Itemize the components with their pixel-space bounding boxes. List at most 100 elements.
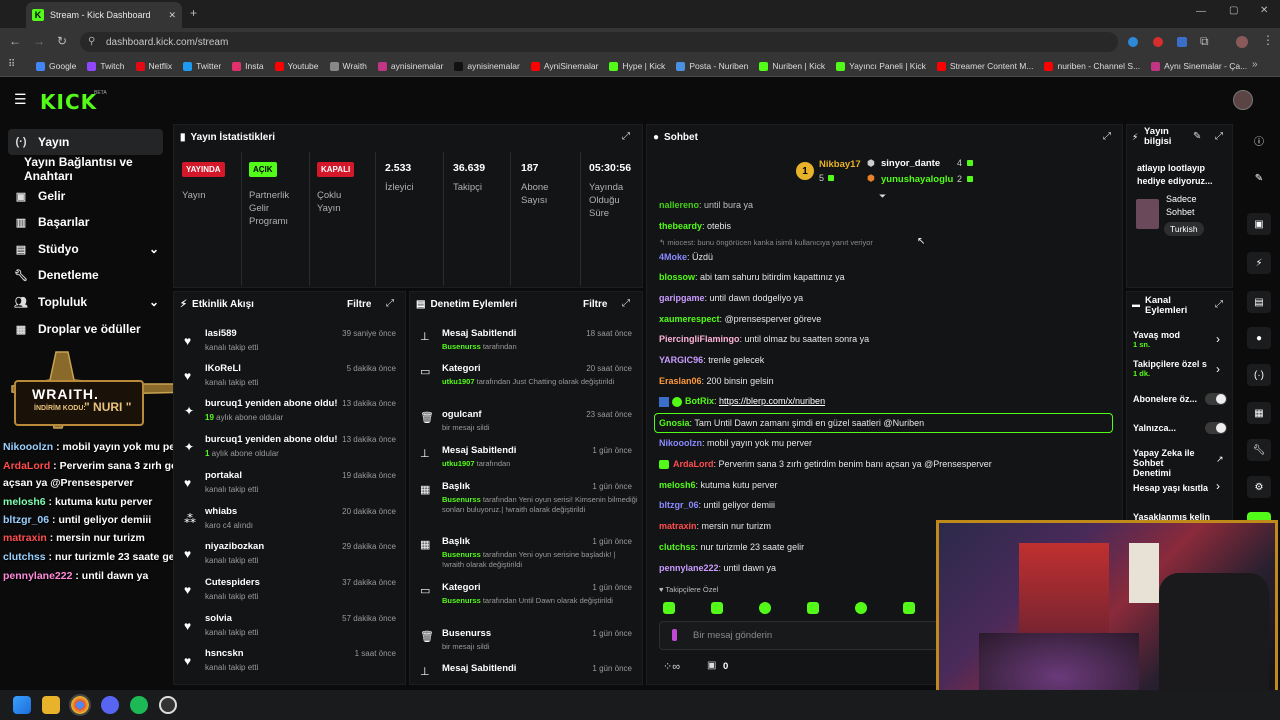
subs-only-row: Abonelere öz... bbox=[1133, 394, 1197, 404]
chat-input-placeholder: Bir mesaj gönderin bbox=[693, 630, 773, 641]
chat-text: : 200 binsin gelsin bbox=[701, 376, 774, 386]
chat-text: : trenle gelecek bbox=[703, 355, 765, 365]
chat-text: : @prensesperver göreve bbox=[719, 314, 822, 324]
more-bookmarks-icon[interactable]: » bbox=[1252, 59, 1258, 70]
chat-username[interactable]: matraxin bbox=[659, 521, 697, 531]
chat-username[interactable]: 4Moke bbox=[659, 252, 687, 262]
chevron-right-icon[interactable]: › bbox=[1216, 332, 1220, 346]
category-name[interactable]: Sadece Sohbet bbox=[1166, 193, 1211, 219]
windows-start-icon[interactable] bbox=[13, 696, 31, 714]
action-label: Abonelere öz... bbox=[1133, 394, 1198, 404]
infinity-icon[interactable]: ⁘∞ bbox=[663, 660, 680, 673]
emote-icon[interactable] bbox=[807, 602, 819, 614]
chat-username[interactable]: Eraslan06 bbox=[659, 376, 702, 386]
external-link-icon[interactable]: ↗ bbox=[1216, 454, 1224, 465]
chat-text: : until geliyor demiii bbox=[698, 500, 776, 510]
chat-message: pennylane222: until dawn ya bbox=[659, 563, 776, 573]
emote-icon[interactable] bbox=[759, 602, 771, 614]
spotify-icon[interactable] bbox=[130, 696, 148, 714]
chat-username[interactable]: bltzgr_06 bbox=[659, 500, 699, 510]
chat-username[interactable]: clutchss bbox=[659, 542, 696, 552]
action-label: Takipçilere özel s bbox=[1133, 359, 1207, 369]
chat-username[interactable]: YARGIC96 bbox=[659, 355, 703, 365]
emote-icon[interactable] bbox=[711, 602, 723, 614]
chat-message: Nikooolzn: mobil yayın yok mu perver bbox=[659, 438, 812, 448]
document-icon[interactable]: ▤ bbox=[1247, 291, 1271, 313]
user-avatar[interactable] bbox=[1233, 90, 1253, 110]
broadcast-icon[interactable]: (·) bbox=[1247, 364, 1271, 386]
chat-username[interactable]: thebeardy bbox=[659, 221, 702, 231]
chat-message: blossow: abi tam sahuru bitirdim kapattı… bbox=[659, 272, 845, 282]
chevron-right-icon[interactable]: › bbox=[1216, 479, 1220, 493]
emote-icon[interactable] bbox=[663, 602, 675, 614]
emote-only-row: Yalnızca... bbox=[1133, 423, 1176, 433]
maximize-icon[interactable]: ▢ bbox=[1229, 5, 1238, 16]
action-label: Yavaş mod bbox=[1133, 330, 1181, 340]
points-gift-icon[interactable]: ▣ bbox=[707, 660, 716, 671]
chat-username[interactable]: blossow bbox=[659, 272, 695, 282]
emote-icon[interactable] bbox=[903, 602, 915, 614]
obs-icon[interactable] bbox=[159, 696, 177, 714]
stats-icon[interactable]: ▦ bbox=[1247, 402, 1271, 424]
chat-input[interactable]: Bir mesaj gönderin bbox=[659, 621, 949, 650]
edit-pencil-icon[interactable]: ✎ bbox=[1193, 131, 1201, 142]
settings-icon[interactable]: ⚙︎ bbox=[1247, 476, 1271, 498]
stream-info-title: Yayın bilgisi bbox=[1144, 126, 1172, 147]
chat-username[interactable]: Gnosia bbox=[659, 418, 690, 428]
chat-username[interactable]: BotRix bbox=[685, 396, 714, 406]
profile-avatar[interactable] bbox=[1236, 36, 1248, 48]
followers-only-label: ♥ Takipçilere Özel bbox=[659, 585, 719, 594]
lightning-icon[interactable]: ⚡︎ bbox=[1247, 252, 1271, 274]
capture-icon[interactable]: ▣ bbox=[1247, 213, 1271, 235]
chat-username[interactable]: PiercingliFlamingo bbox=[659, 334, 740, 344]
chat-icon[interactable]: ● bbox=[1247, 327, 1271, 349]
followers-only-text: Takipçilere Özel bbox=[665, 585, 719, 594]
slow-mode-row[interactable]: Yavaş mod 1 sn. bbox=[1133, 330, 1180, 349]
extension-icon[interactable] bbox=[1177, 37, 1187, 47]
chrome-icon[interactable] bbox=[69, 694, 91, 716]
expand-icon[interactable]: ⤢ bbox=[1215, 131, 1223, 142]
mic-icon bbox=[672, 629, 677, 641]
chat-message: clutchss: nur turizmle 23 saate gelir bbox=[659, 542, 804, 552]
chat-message: ArdaLord: Perverim sana 3 zırh getirdim … bbox=[659, 459, 992, 470]
chat-username[interactable]: melosh6 bbox=[659, 480, 696, 490]
action-sub: 1 dk. bbox=[1133, 369, 1151, 378]
chat-username[interactable]: nallereno bbox=[659, 200, 699, 210]
pencil-icon[interactable]: ✎ bbox=[1247, 167, 1271, 189]
chat-link[interactable]: https://blerp.com/x/nuriben bbox=[719, 396, 825, 406]
points-count: 0 bbox=[723, 661, 729, 672]
followers-only-row[interactable]: Takipçilere özel s1 dk. bbox=[1133, 359, 1213, 378]
emote-only-toggle[interactable] bbox=[1205, 422, 1227, 434]
emote-icon[interactable] bbox=[855, 602, 867, 614]
cursor-icon: ↖ bbox=[917, 236, 926, 247]
ai-moderation-row[interactable]: Yapay Zeka ile Sohbet Denetimi bbox=[1133, 448, 1203, 478]
expand-icon[interactable]: ⤢ bbox=[1215, 299, 1223, 310]
bookmark-favicon-icon bbox=[1151, 61, 1161, 71]
chat-username[interactable]: ArdaLord bbox=[673, 459, 714, 469]
info-icon[interactable]: ⓘ bbox=[1247, 129, 1271, 151]
taskbar bbox=[0, 690, 1280, 720]
discord-icon[interactable] bbox=[101, 696, 119, 714]
chat-username[interactable]: garipgame bbox=[659, 293, 705, 303]
bot-badge-icon bbox=[659, 396, 669, 407]
chevron-right-icon[interactable]: › bbox=[1216, 362, 1220, 376]
bookmark-item[interactable]: Aynı Sinemalar - Ça... bbox=[1151, 61, 1247, 71]
extension-icon[interactable] bbox=[1153, 37, 1163, 47]
chat-username[interactable]: xaumerespect bbox=[659, 314, 720, 324]
bookmark-label: Aynı Sinemalar - Ça... bbox=[1164, 61, 1248, 71]
file-explorer-icon[interactable] bbox=[42, 696, 60, 714]
subs-only-toggle[interactable] bbox=[1205, 393, 1227, 405]
chat-text: : mersin nur turizm bbox=[696, 521, 772, 531]
wrench-icon[interactable]: 🔧︎ bbox=[1247, 439, 1271, 461]
extensions-puzzle-icon[interactable]: ⧉ bbox=[1200, 34, 1209, 49]
chat-text: : otebis bbox=[702, 221, 732, 231]
browser-menu-icon[interactable]: ⋮ bbox=[1262, 33, 1274, 47]
extension-icon[interactable] bbox=[1128, 37, 1138, 47]
chat-username[interactable]: pennylane222 bbox=[659, 563, 719, 573]
minimize-icon[interactable]: — bbox=[1196, 6, 1206, 17]
chat-username[interactable]: Nikooolzn bbox=[659, 438, 702, 448]
chat-message: bltzgr_06: until geliyor demiii bbox=[659, 500, 775, 510]
account-age-row[interactable]: Hesap yaşı kısıtla bbox=[1133, 483, 1208, 493]
window-close-icon[interactable]: ✕ bbox=[1260, 5, 1268, 16]
chat-text: : nur turizmle 23 saate gelir bbox=[695, 542, 805, 552]
